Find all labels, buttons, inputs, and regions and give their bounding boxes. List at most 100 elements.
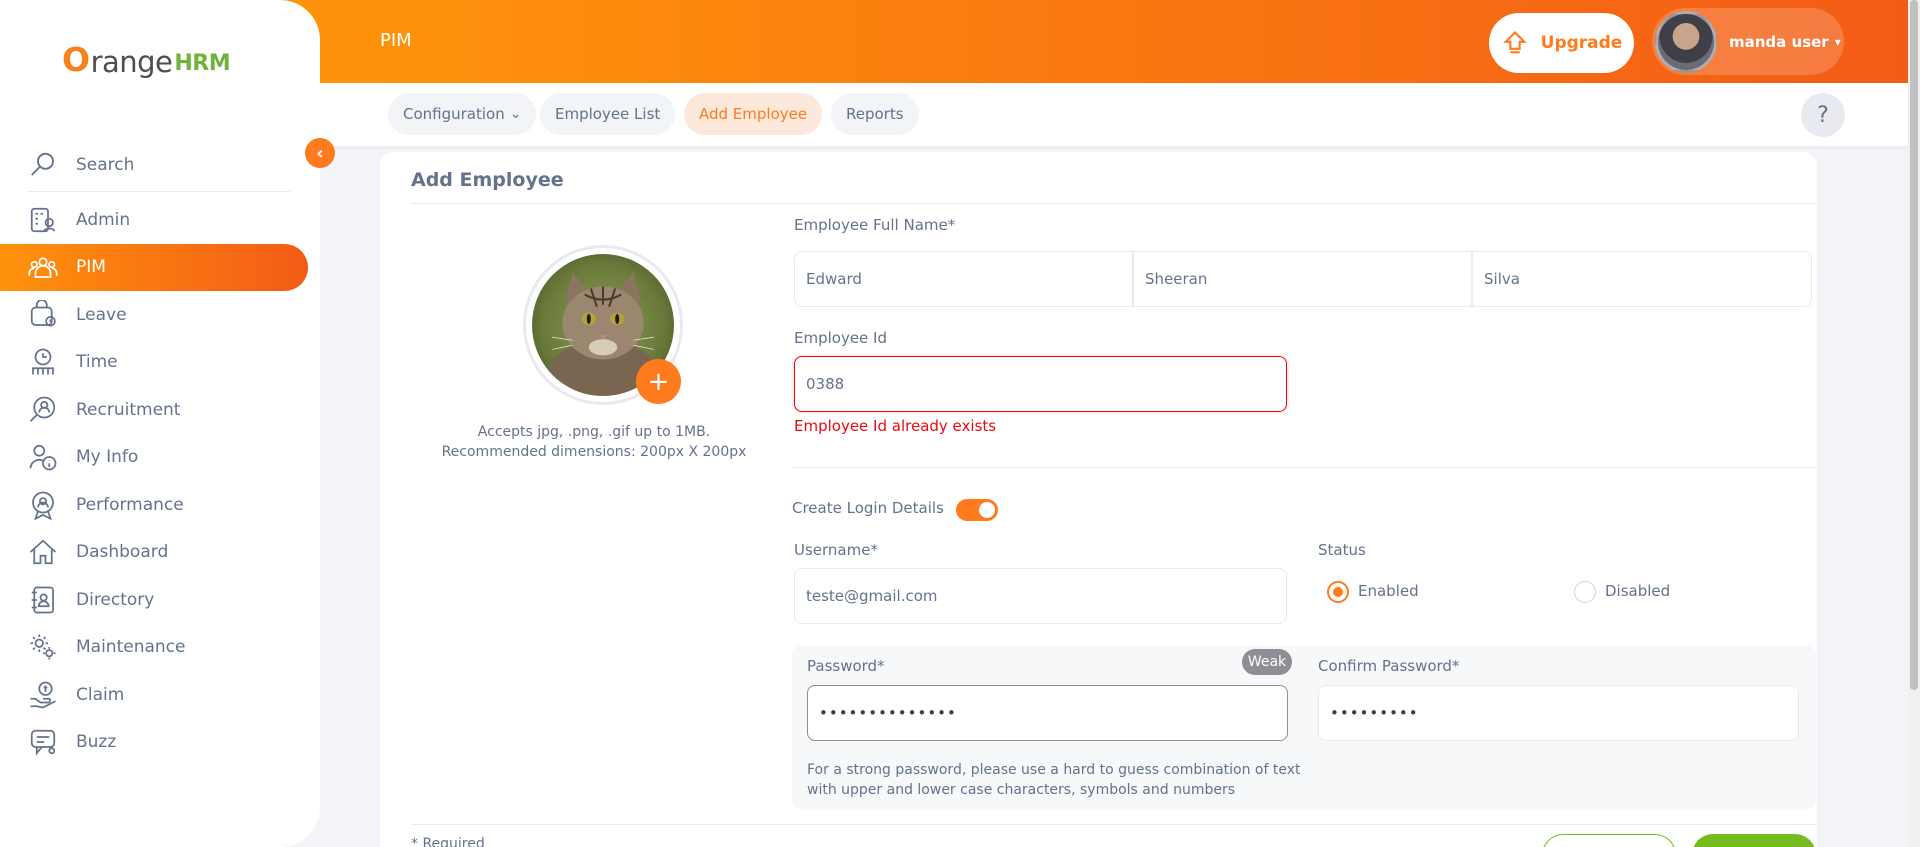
confirm-password-label: Confirm Password* bbox=[1318, 657, 1460, 675]
employee-id-input[interactable]: 0388 bbox=[794, 356, 1287, 412]
sidebar-item-label: Leave bbox=[76, 304, 127, 325]
sidebar-item-buzz[interactable]: Buzz bbox=[0, 719, 310, 767]
last-name-input[interactable]: Silva bbox=[1472, 251, 1812, 307]
tab-add-employee-label: Add Employee bbox=[699, 105, 808, 123]
middle-name-input[interactable]: Sheeran bbox=[1133, 251, 1472, 307]
sidebar-item-label: Maintenance bbox=[76, 637, 186, 658]
upgrade-button[interactable]: Upgrade bbox=[1489, 13, 1634, 73]
sidebar-item-label: PIM bbox=[76, 257, 106, 278]
tab-add-employee[interactable]: Add Employee bbox=[684, 93, 823, 135]
upgrade-icon bbox=[1502, 31, 1527, 54]
sidebar-item-recruitment[interactable]: Recruitment bbox=[0, 386, 310, 434]
my-info-icon bbox=[29, 445, 57, 471]
status-disabled-label: Disabled bbox=[1605, 582, 1671, 600]
sidebar-item-leave[interactable]: Leave bbox=[0, 291, 310, 339]
logo-o: O bbox=[62, 40, 90, 79]
status-enabled-label: Enabled bbox=[1358, 582, 1419, 600]
add-photo-button[interactable]: + bbox=[636, 359, 681, 404]
sidebar-item-label: Buzz bbox=[76, 732, 117, 753]
directory-icon bbox=[31, 586, 54, 614]
sidebar-item-label: Admin bbox=[76, 209, 131, 230]
sidebar-item-time[interactable]: Time bbox=[0, 339, 310, 387]
login-details-toggle[interactable] bbox=[956, 499, 998, 521]
employee-id-error: Employee Id already exists bbox=[794, 417, 997, 435]
tab-reports-label: Reports bbox=[846, 105, 904, 123]
middle-name-value: Sheeran bbox=[1145, 270, 1208, 288]
admin-icon bbox=[30, 207, 56, 232]
username-value: teste@gmail.com bbox=[806, 587, 938, 605]
user-dropdown[interactable]: manda user ▾ bbox=[1652, 8, 1844, 75]
sidebar-item-label: Directory bbox=[76, 589, 155, 610]
caret-down-icon: ▾ bbox=[1834, 34, 1841, 49]
top-nav: Configuration ⌄ Employee List Add Employ… bbox=[320, 83, 1908, 146]
tab-configuration-label: Configuration bbox=[403, 105, 505, 123]
add-employee-card: Add Employee + Accepts jpg, .png, .gif u… bbox=[380, 152, 1817, 847]
tab-employee-list-label: Employee List bbox=[555, 105, 661, 123]
cancel-button[interactable]: Cancel bbox=[1542, 834, 1676, 847]
recruitment-icon bbox=[29, 396, 56, 422]
time-icon bbox=[32, 348, 54, 375]
password-strength-badge: Weak bbox=[1242, 649, 1292, 675]
dashboard-icon bbox=[29, 539, 57, 565]
sidebar-collapse-button[interactable]: ‹ bbox=[305, 138, 335, 168]
upgrade-label: Upgrade bbox=[1540, 33, 1623, 53]
sidebar-item-label: Recruitment bbox=[76, 399, 181, 420]
full-name-label: Employee Full Name* bbox=[794, 216, 956, 234]
tab-reports[interactable]: Reports bbox=[831, 93, 919, 135]
scrollbar-thumb[interactable] bbox=[1910, 0, 1918, 690]
search-label: Search bbox=[76, 154, 135, 175]
status-disabled-radio[interactable] bbox=[1574, 581, 1596, 603]
module-title: PIM bbox=[380, 30, 412, 51]
section-divider bbox=[792, 467, 1816, 468]
first-name-input[interactable]: Edward bbox=[794, 251, 1133, 307]
sidebar-nav: Admin PIM Leave Time Recruitment My Info… bbox=[0, 196, 310, 766]
orangehrm-logo: Orange HRM bbox=[62, 40, 231, 79]
sidebar-search[interactable]: Search bbox=[28, 138, 290, 192]
sidebar: Orange HRM Search Admin PIM Leave Time Re… bbox=[0, 0, 320, 847]
page-title: Add Employee bbox=[411, 169, 564, 191]
tab-configuration[interactable]: Configuration ⌄ bbox=[388, 93, 537, 135]
username-label: Username* bbox=[794, 541, 878, 559]
first-name-value: Edward bbox=[806, 270, 862, 288]
maintenance-icon bbox=[30, 634, 56, 660]
user-name: manda user bbox=[1729, 32, 1829, 51]
confirm-password-input[interactable]: ••••••••• bbox=[1318, 685, 1799, 741]
help-button[interactable]: ? bbox=[1801, 93, 1845, 137]
username-input[interactable]: teste@gmail.com bbox=[794, 568, 1287, 624]
password-label: Password* bbox=[807, 657, 885, 675]
footer-divider bbox=[411, 824, 1816, 825]
login-details-label: Create Login Details bbox=[792, 499, 944, 517]
logo-hrm: HRM bbox=[174, 51, 231, 76]
sidebar-item-label: Dashboard bbox=[76, 542, 169, 563]
save-button[interactable]: Save bbox=[1692, 834, 1816, 847]
password-input[interactable]: •••••••••••••• bbox=[807, 685, 1288, 741]
search-icon bbox=[31, 152, 54, 176]
employee-id-label: Employee Id bbox=[794, 329, 888, 347]
leave-icon bbox=[30, 299, 56, 327]
pim-icon bbox=[28, 257, 58, 279]
status-enabled-radio[interactable] bbox=[1327, 581, 1349, 603]
avatar bbox=[1655, 10, 1717, 73]
confirm-password-value: ••••••••• bbox=[1330, 704, 1419, 722]
title-divider bbox=[411, 203, 1816, 204]
sidebar-item-claim[interactable]: Claim bbox=[0, 671, 310, 719]
last-name-value: Silva bbox=[1484, 270, 1520, 288]
password-hint: For a strong password, please use a hard… bbox=[807, 762, 1301, 798]
logo-range: range bbox=[90, 45, 173, 79]
sidebar-item-directory[interactable]: Directory bbox=[0, 576, 310, 624]
sidebar-item-admin[interactable]: Admin bbox=[0, 196, 310, 244]
tab-employee-list[interactable]: Employee List bbox=[540, 93, 676, 135]
sidebar-item-label: Time bbox=[76, 352, 118, 373]
sidebar-item-maintenance[interactable]: Maintenance bbox=[0, 624, 310, 672]
sidebar-item-my-info[interactable]: My Info bbox=[0, 434, 310, 482]
status-label: Status bbox=[1318, 541, 1366, 559]
required-note: * Required bbox=[411, 836, 485, 847]
chevron-left-icon: ‹ bbox=[316, 142, 324, 164]
performance-icon bbox=[32, 491, 54, 520]
page-scrollbar[interactable] bbox=[1908, 0, 1920, 847]
sidebar-item-pim[interactable]: PIM bbox=[0, 243, 308, 291]
sidebar-item-label: Performance bbox=[76, 494, 184, 515]
sidebar-item-dashboard[interactable]: Dashboard bbox=[0, 529, 310, 577]
sidebar-item-performance[interactable]: Performance bbox=[0, 481, 310, 529]
password-value: •••••••••••••• bbox=[819, 704, 957, 722]
